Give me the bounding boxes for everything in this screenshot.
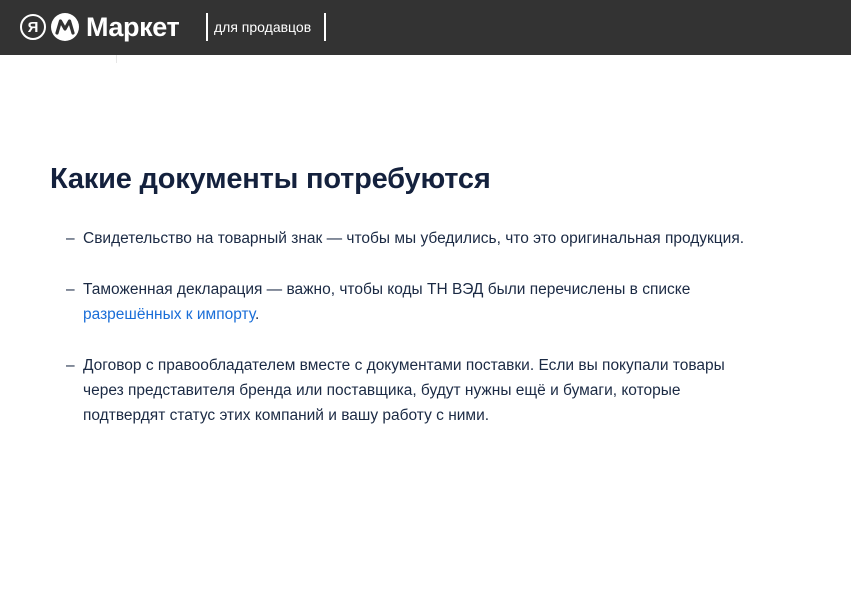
page-title: Какие документы потребуются [50,163,491,195]
list-item-text-end: . [254,306,260,323]
list-item: – Свидетельство на товарный знак — чтобы… [66,226,766,251]
yandex-market-logo[interactable]: Я Маркет [20,11,180,43]
brand-name: Маркет [86,11,180,42]
header-divider-right [324,13,326,41]
import-allowed-link[interactable]: разрешённых к импорту [83,306,255,323]
yandex-logo-icon: Я [20,14,46,40]
yandex-logo-letter: Я [27,18,39,36]
list-dash: – [66,281,75,298]
list-item-text: Таможенная декларация — важно, чтобы код… [83,281,691,298]
list-item-text: Договор с правообладателем вместе с доку… [83,357,725,424]
top-navigation-bar: Я Маркет для продавцов [0,0,851,55]
list-item: – Договор с правообладателем вместе с до… [66,353,766,428]
for-sellers-link[interactable]: для продавцов [214,19,311,35]
header-divider-left [206,13,208,41]
list-dash: – [66,357,75,374]
list-item: – Таможенная декларация — важно, чтобы к… [66,277,766,327]
market-m-icon [51,13,79,41]
list-dash: – [66,230,75,247]
list-item-text: Свидетельство на товарный знак — чтобы м… [83,230,745,247]
documents-list: – Свидетельство на товарный знак — чтобы… [66,226,766,454]
divider-line [116,55,117,63]
